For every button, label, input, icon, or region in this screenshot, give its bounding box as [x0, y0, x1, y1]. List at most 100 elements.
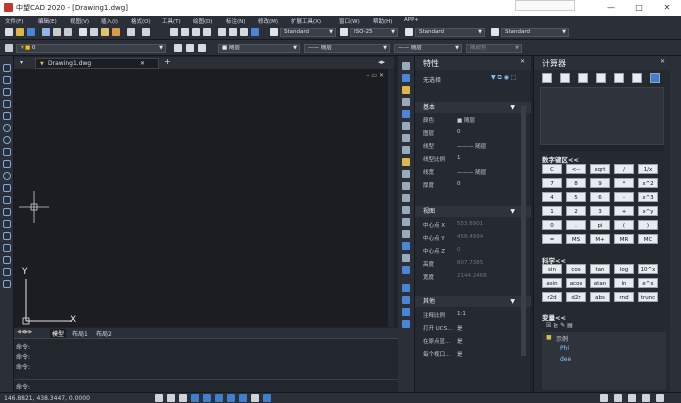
menu-edit[interactable]: 编辑(E)	[38, 17, 57, 25]
print-icon[interactable]	[42, 28, 50, 36]
layer-states-icon[interactable]	[198, 44, 206, 52]
numpad-key[interactable]: MR	[614, 234, 634, 244]
open-folder-icon[interactable]	[16, 28, 24, 36]
properties-icon[interactable]	[218, 28, 226, 36]
numpad-key[interactable]: *	[614, 178, 634, 188]
get-coordinates-icon[interactable]	[578, 73, 588, 83]
scientific-key[interactable]: e^x	[638, 278, 658, 288]
numpad-key[interactable]: =	[542, 234, 562, 244]
menu-insert[interactable]: 插入(I)	[101, 17, 118, 25]
match-properties-icon[interactable]	[112, 28, 120, 36]
clear-history-icon[interactable]	[560, 73, 570, 83]
scientific-key[interactable]: d2r	[566, 292, 586, 302]
save-icon[interactable]	[27, 28, 35, 36]
calculator-input[interactable]	[540, 145, 664, 151]
layer-dropdown[interactable]: ☀■ 0 ▼	[16, 44, 166, 53]
numpad-key[interactable]: x^2	[638, 178, 658, 188]
extend-icon[interactable]	[402, 182, 410, 190]
break-icon[interactable]	[402, 194, 410, 202]
polyline-tool-icon[interactable]	[3, 88, 11, 96]
close-button[interactable]: ✕	[653, 1, 681, 15]
osnap-icon[interactable]	[203, 394, 211, 402]
align-icon[interactable]	[402, 254, 410, 262]
selection-cycling-icon[interactable]	[251, 394, 259, 402]
point-tool-icon[interactable]	[3, 220, 11, 228]
scientific-key[interactable]: tan	[590, 264, 610, 274]
variables-section-title[interactable]: 变量<<	[542, 312, 566, 322]
scientific-key[interactable]: sin	[542, 264, 562, 274]
layer-tools-icon[interactable]	[402, 266, 410, 274]
pan-icon[interactable]	[170, 28, 178, 36]
numpad-key[interactable]: 7	[542, 178, 562, 188]
lock-icon[interactable]	[628, 394, 636, 402]
numpad-key[interactable]: .	[566, 220, 586, 230]
menu-tools[interactable]: 工具(T)	[162, 17, 181, 25]
scientific-key[interactable]: 10^x	[638, 264, 658, 274]
variable-item-phi[interactable]: Phi	[560, 345, 569, 352]
prop-value[interactable]: 是	[457, 350, 463, 358]
menu-file[interactable]: 文件(F)	[5, 17, 23, 25]
numpad-key[interactable]: sqrt	[590, 164, 610, 174]
rotate-icon[interactable]	[402, 134, 410, 142]
paste-icon[interactable]	[101, 28, 109, 36]
make-block-icon[interactable]	[3, 208, 11, 216]
polygon-tool-icon[interactable]	[3, 100, 11, 108]
menu-express[interactable]: 扩展工具(X)	[291, 17, 321, 25]
grid-icon[interactable]	[167, 394, 175, 402]
workspace-icon[interactable]	[614, 394, 622, 402]
scientific-key[interactable]: cos	[566, 264, 586, 274]
join-icon[interactable]	[402, 206, 410, 214]
scientific-key[interactable]: abs	[590, 292, 610, 302]
snap-grid-icon[interactable]	[155, 394, 163, 402]
numpad-key[interactable]: /	[614, 164, 634, 174]
numpad-key[interactable]: (	[614, 220, 634, 230]
selection-dropdown[interactable]: 无选择 ▼ ⧉ ◉ ⬚	[421, 74, 525, 84]
properties-scrollbar[interactable]	[521, 106, 526, 356]
copy-object-icon[interactable]	[402, 74, 410, 82]
variables-toolbar[interactable]: ☒ ⊵ ✎ ▤	[546, 322, 573, 329]
circle-tool-icon[interactable]	[3, 136, 11, 144]
variable-group[interactable]: 示例	[556, 334, 568, 343]
dim-style-dropdown[interactable]: ISO-25 ▼	[350, 28, 398, 37]
make-current-layer-icon[interactable]	[174, 44, 182, 52]
layer-previous-icon[interactable]	[186, 44, 194, 52]
menu-view[interactable]: 视图(V)	[70, 17, 89, 25]
properties-panel-icon[interactable]	[402, 284, 410, 292]
calculator-icon[interactable]	[251, 28, 259, 36]
fillet-icon[interactable]	[402, 230, 410, 238]
prop-value[interactable]: ——— 随层	[457, 168, 486, 176]
undo-icon[interactable]	[127, 28, 135, 36]
move-icon[interactable]	[402, 122, 410, 130]
construction-line-icon[interactable]	[3, 76, 11, 84]
numpad-key[interactable]: 4	[542, 192, 562, 202]
linetype-dropdown[interactable]: —— 随层 ▼	[304, 44, 390, 53]
menu-dimension[interactable]: 标注(N)	[226, 17, 245, 25]
zoom-window-icon[interactable]	[192, 28, 200, 36]
numpad-key[interactable]: M+	[590, 234, 610, 244]
blocks-panel-icon[interactable]	[402, 308, 410, 316]
numpad-key[interactable]: MC	[638, 234, 658, 244]
dynamic-input-icon[interactable]	[239, 394, 247, 402]
quick-select-icons[interactable]: ▼ ⧉ ◉ ⬚	[491, 74, 517, 82]
mtext-tool-icon[interactable]	[3, 280, 11, 288]
numpad-key[interactable]: C	[542, 164, 562, 174]
new-tab-button[interactable]: +	[164, 57, 171, 66]
erase-icon[interactable]	[402, 62, 410, 70]
minimize-button[interactable]: —	[597, 1, 625, 15]
color-dropdown[interactable]: ■ 随层 ▼	[218, 44, 300, 53]
offset-icon[interactable]	[402, 98, 410, 106]
design-center-icon[interactable]	[229, 28, 237, 36]
tab-layout1[interactable]: 布局1	[72, 329, 88, 338]
scientific-key[interactable]: log	[614, 264, 634, 274]
new-file-icon[interactable]	[5, 28, 13, 36]
chamfer-icon[interactable]	[402, 218, 410, 226]
ellipse-tool-icon[interactable]	[3, 172, 11, 180]
ortho-icon[interactable]	[179, 394, 187, 402]
numpad-key[interactable]: 3	[590, 206, 610, 216]
tab-close-icon[interactable]: ✕	[140, 60, 145, 67]
layers-panel-icon[interactable]	[402, 296, 410, 304]
revision-cloud-icon[interactable]	[3, 148, 11, 156]
clear-icon[interactable]	[542, 73, 552, 83]
layout-nav-arrows[interactable]: ◀◀▶▶	[17, 329, 32, 335]
tab-layout2[interactable]: 布局2	[96, 329, 112, 338]
